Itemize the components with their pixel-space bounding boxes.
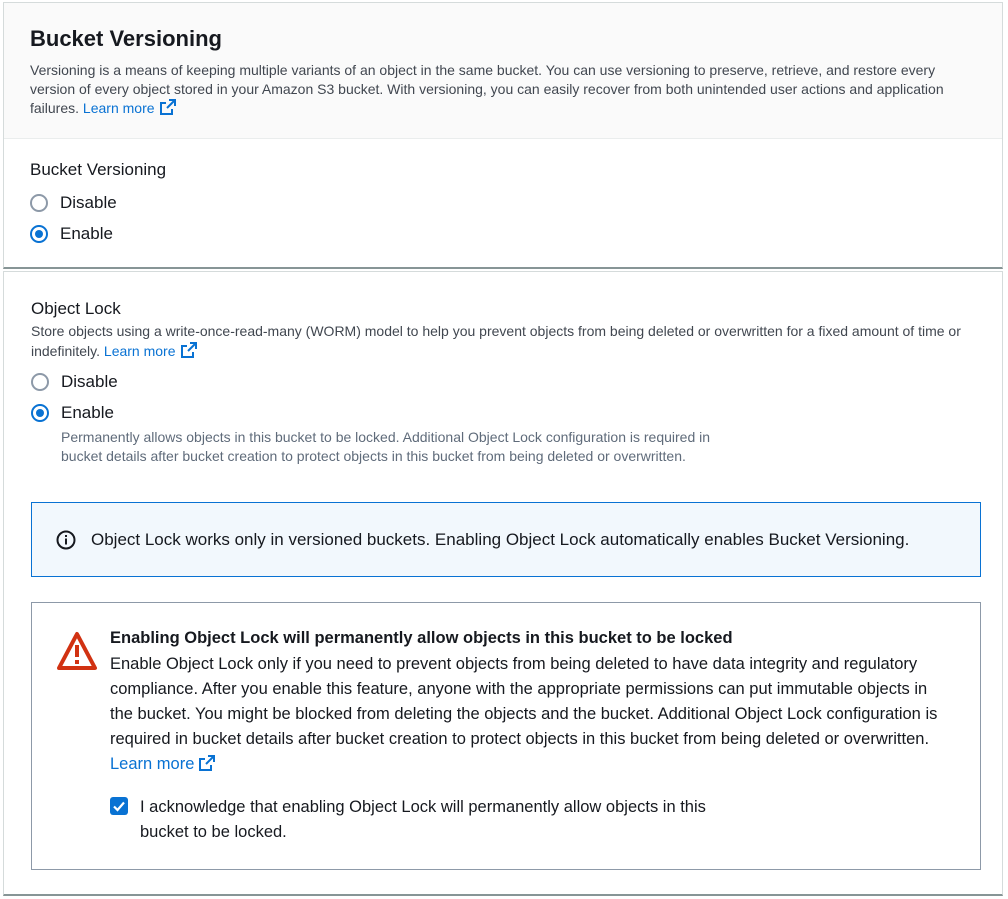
page-title: Bucket Versioning <box>30 26 222 51</box>
info-alert-text: Object Lock works only in versioned buck… <box>91 529 910 549</box>
versioning-enable-option[interactable]: Enable <box>30 218 976 249</box>
object-lock-enable-label: Enable <box>61 402 114 422</box>
object-lock-learn-more-link[interactable]: Learn more <box>103 341 198 359</box>
warning-learn-more-label: Learn more <box>110 755 195 773</box>
object-lock-label: Object Lock <box>31 299 121 318</box>
bucket-versioning-panel: Bucket Versioning Versioning is a means … <box>3 2 1003 269</box>
versioning-enable-label: Enable <box>60 223 113 243</box>
warning-title: Enabling Object Lock will permanently al… <box>110 629 733 647</box>
info-icon <box>56 530 76 549</box>
versioning-disable-label: Disable <box>60 192 117 212</box>
versioning-disable-radio[interactable] <box>30 193 48 212</box>
versioning-disable-option[interactable]: Disable <box>30 187 976 218</box>
acknowledge-label: I acknowledge that enabling Object Lock … <box>140 798 706 841</box>
object-lock-enable-option[interactable]: Enable <box>31 397 975 428</box>
object-lock-enable-description: Permanently allows objects in this bucke… <box>61 429 711 464</box>
acknowledge-checkbox[interactable] <box>110 797 128 815</box>
acknowledge-checkbox-row[interactable]: I acknowledge that enabling Object Lock … <box>110 795 950 845</box>
versioning-learn-more-link[interactable]: Learn more <box>82 99 177 116</box>
versioning-learn-more-label: Learn more <box>82 100 155 116</box>
versioning-field-label: Bucket Versioning <box>30 160 167 179</box>
external-link-icon <box>159 99 176 115</box>
check-icon <box>113 801 125 812</box>
object-lock-info-alert: Object Lock works only in versioned buck… <box>31 502 981 577</box>
versioning-enable-radio[interactable] <box>30 224 48 243</box>
object-lock-panel: Object Lock Store objects using a write-… <box>3 271 1003 896</box>
external-link-icon <box>199 755 216 771</box>
external-link-icon <box>180 341 197 358</box>
warning-text-body: Enable Object Lock only if you need to p… <box>110 655 938 748</box>
warning-icon <box>57 632 97 670</box>
object-lock-disable-option[interactable]: Disable <box>31 366 975 397</box>
warning-text: Enable Object Lock only if you need to p… <box>110 652 950 777</box>
object-lock-disable-label: Disable <box>61 371 118 391</box>
bucket-versioning-body: Bucket Versioning Disable Enable <box>4 139 1002 249</box>
bucket-versioning-header: Bucket Versioning Versioning is a means … <box>4 3 1002 139</box>
object-lock-warning-alert: Enabling Object Lock will permanently al… <box>31 602 981 870</box>
versioning-description: Versioning is a means of keeping multipl… <box>30 61 976 118</box>
object-lock-description: Store objects using a write-once-read-ma… <box>31 322 961 360</box>
object-lock-learn-more-label: Learn more <box>103 342 176 359</box>
object-lock-enable-radio[interactable] <box>31 403 49 422</box>
warning-learn-more-link[interactable]: Learn more <box>110 755 216 773</box>
object-lock-disable-radio[interactable] <box>31 372 49 391</box>
